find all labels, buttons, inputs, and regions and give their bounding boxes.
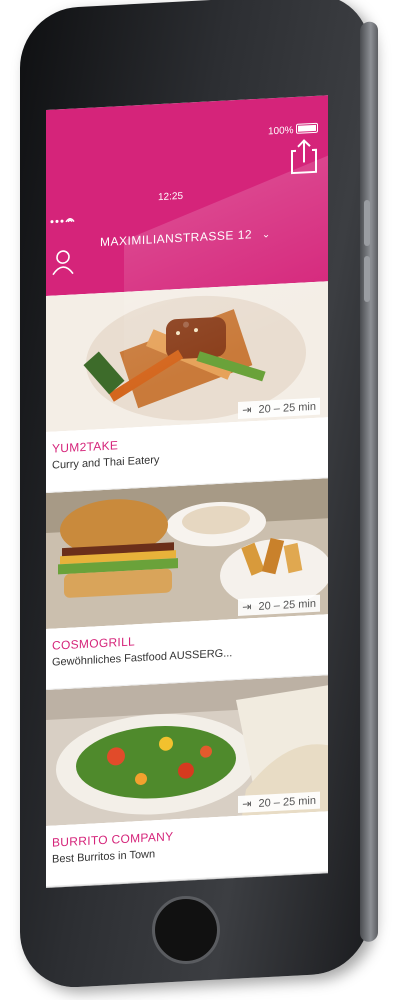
restaurant-name: COSMOGRILL	[52, 634, 136, 653]
phone-rim	[360, 21, 378, 943]
restaurant-card[interactable]: ⇥ 20 – 25 min BURRITO COMPANY Best Burri…	[46, 675, 328, 887]
status-time: 12:25	[158, 190, 184, 204]
app-screen: 12:25 100% MAXIMILIANSTRASSE 12 ⌄ ⇥ 20 –…	[46, 95, 328, 888]
restaurant-list: ⇥ 20 – 25 min YUM2TAKE Curry and Thai Ea…	[46, 281, 328, 887]
restaurant-name: YUM2TAKE	[52, 438, 119, 456]
delivery-icon: ⇥	[242, 601, 252, 614]
location-selector[interactable]: MAXIMILIANSTRASSE 12 ⌄	[100, 226, 271, 249]
app-header: 12:25 100% MAXIMILIANSTRASSE 12 ⌄	[46, 95, 328, 296]
status-bar: 12:25 100%	[46, 122, 328, 224]
battery-percentage: 100%	[268, 125, 294, 138]
chevron-down-icon: ⌄	[261, 229, 271, 241]
volume-button	[364, 256, 370, 302]
home-button[interactable]	[152, 896, 220, 964]
volume-button	[364, 200, 370, 246]
delivery-time-label: 20 – 25 min	[258, 794, 316, 810]
battery-icon	[296, 122, 318, 134]
phone-mockup: 12:25 100% MAXIMILIANSTRASSE 12 ⌄ ⇥ 20 –…	[0, 0, 400, 1000]
delivery-icon: ⇥	[242, 404, 252, 417]
delivery-time-label: 20 – 25 min	[258, 597, 316, 613]
restaurant-name: BURRITO COMPANY	[52, 829, 174, 850]
delivery-time-label: 20 – 25 min	[258, 400, 316, 416]
location-label: MAXIMILIANSTRASSE 12	[100, 227, 253, 250]
share-icon[interactable]	[290, 138, 318, 175]
restaurant-card[interactable]: ⇥ 20 – 25 min YUM2TAKE Curry and Thai Ea…	[46, 281, 328, 493]
profile-icon[interactable]	[52, 249, 74, 276]
wifi-icon	[50, 218, 75, 224]
delivery-icon: ⇥	[242, 798, 252, 811]
restaurant-card[interactable]: ⇥ 20 – 25 min COSMOGRILL Gewöhnliches Fa…	[46, 478, 328, 690]
